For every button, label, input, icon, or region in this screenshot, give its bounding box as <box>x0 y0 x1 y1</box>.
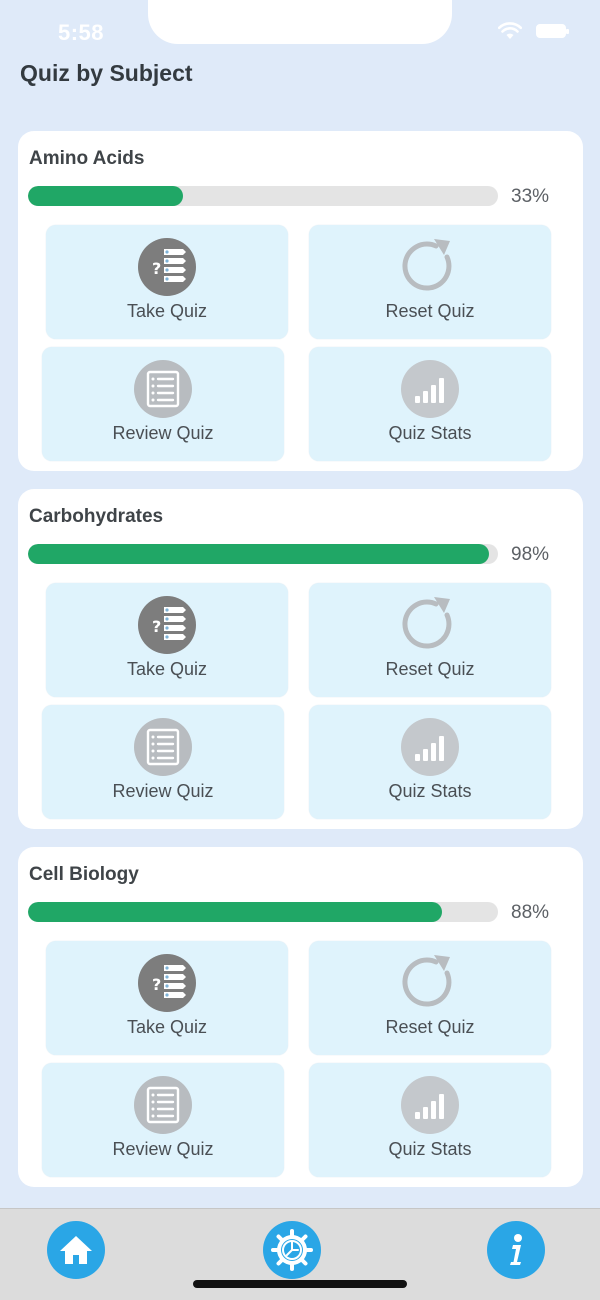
tab-info-button[interactable] <box>487 1221 545 1279</box>
subject-title: Carbohydrates <box>29 506 164 527</box>
page-title: Quiz by Subject <box>20 60 193 86</box>
subject-card: Amino Acids 33% ? Take Quiz Reset Quiz R… <box>18 131 583 471</box>
device-notch <box>148 0 452 44</box>
subject-title: Amino Acids <box>29 148 145 169</box>
progress-percent: 33% <box>511 186 550 207</box>
quiz-stats-label: Quiz Stats <box>388 423 472 443</box>
reset-quiz-label: Reset Quiz <box>385 659 475 679</box>
review-list-icon <box>134 1076 192 1134</box>
subject-card: Carbohydrates 98% ? Take Quiz Reset Quiz… <box>18 489 583 829</box>
status-bar: 5:58 <box>0 0 600 60</box>
battery-icon <box>536 24 569 38</box>
settings-icon <box>271 1229 313 1271</box>
progress-bar <box>28 186 498 206</box>
progress-fill <box>28 902 442 922</box>
quiz-stats-button[interactable]: Quiz Stats <box>309 347 551 461</box>
review-quiz-button[interactable]: Review Quiz <box>42 705 284 819</box>
tab-home-button[interactable] <box>47 1221 105 1279</box>
subject-title: Cell Biology <box>29 864 139 885</box>
progress-percent: 98% <box>511 544 550 565</box>
svg-text:?: ? <box>152 259 161 278</box>
review-quiz-label: Review Quiz <box>112 1139 214 1159</box>
tab-settings-button[interactable] <box>263 1221 321 1279</box>
home-indicator <box>193 1280 407 1288</box>
take-quiz-icon: ? <box>138 596 196 654</box>
progress-percent: 88% <box>511 902 550 923</box>
status-time: 5:58 <box>58 20 105 45</box>
take-quiz-label: Take Quiz <box>126 659 208 679</box>
take-quiz-label: Take Quiz <box>126 301 208 321</box>
review-quiz-button[interactable]: Review Quiz <box>42 1063 284 1177</box>
quiz-stats-label: Quiz Stats <box>388 781 472 801</box>
quiz-stats-label: Quiz Stats <box>388 1139 472 1159</box>
stats-bars-icon <box>401 360 459 418</box>
review-list-icon <box>134 718 192 776</box>
reset-quiz-button[interactable]: Reset Quiz <box>309 941 551 1055</box>
reset-quiz-label: Reset Quiz <box>385 301 475 321</box>
progress-fill <box>28 544 489 564</box>
reset-icon <box>402 955 452 1007</box>
progress-bar <box>28 544 498 564</box>
take-quiz-button[interactable]: ? Take Quiz <box>46 583 288 697</box>
reset-icon <box>402 239 452 291</box>
take-quiz-label: Take Quiz <box>126 1017 208 1037</box>
svg-text:?: ? <box>152 617 161 636</box>
reset-quiz-button[interactable]: Reset Quiz <box>309 225 551 339</box>
stats-bars-icon <box>401 1076 459 1134</box>
review-quiz-button[interactable]: Review Quiz <box>42 347 284 461</box>
app-screen: 5:58 Quiz by Subject Amino Acids 33% ? T… <box>0 0 600 1300</box>
review-list-icon <box>134 360 192 418</box>
svg-text:?: ? <box>152 975 161 994</box>
reset-quiz-button[interactable]: Reset Quiz <box>309 583 551 697</box>
reset-quiz-label: Reset Quiz <box>385 1017 475 1037</box>
take-quiz-icon: ? <box>138 238 196 296</box>
stats-bars-icon <box>401 718 459 776</box>
take-quiz-button[interactable]: ? Take Quiz <box>46 941 288 1055</box>
progress-bar <box>28 902 498 922</box>
progress-fill <box>28 186 184 206</box>
status-icons <box>498 22 569 40</box>
quiz-stats-button[interactable]: Quiz Stats <box>309 705 551 819</box>
quiz-stats-button[interactable]: Quiz Stats <box>309 1063 551 1177</box>
subject-card: Cell Biology 88% ? Take Quiz Reset Quiz … <box>18 847 583 1187</box>
info-icon <box>510 1234 522 1265</box>
review-quiz-label: Review Quiz <box>112 781 214 801</box>
review-quiz-label: Review Quiz <box>112 423 214 443</box>
take-quiz-button[interactable]: ? Take Quiz <box>46 225 288 339</box>
home-icon <box>60 1236 92 1264</box>
reset-icon <box>402 597 452 649</box>
wifi-icon <box>498 22 522 39</box>
take-quiz-icon: ? <box>138 954 196 1012</box>
